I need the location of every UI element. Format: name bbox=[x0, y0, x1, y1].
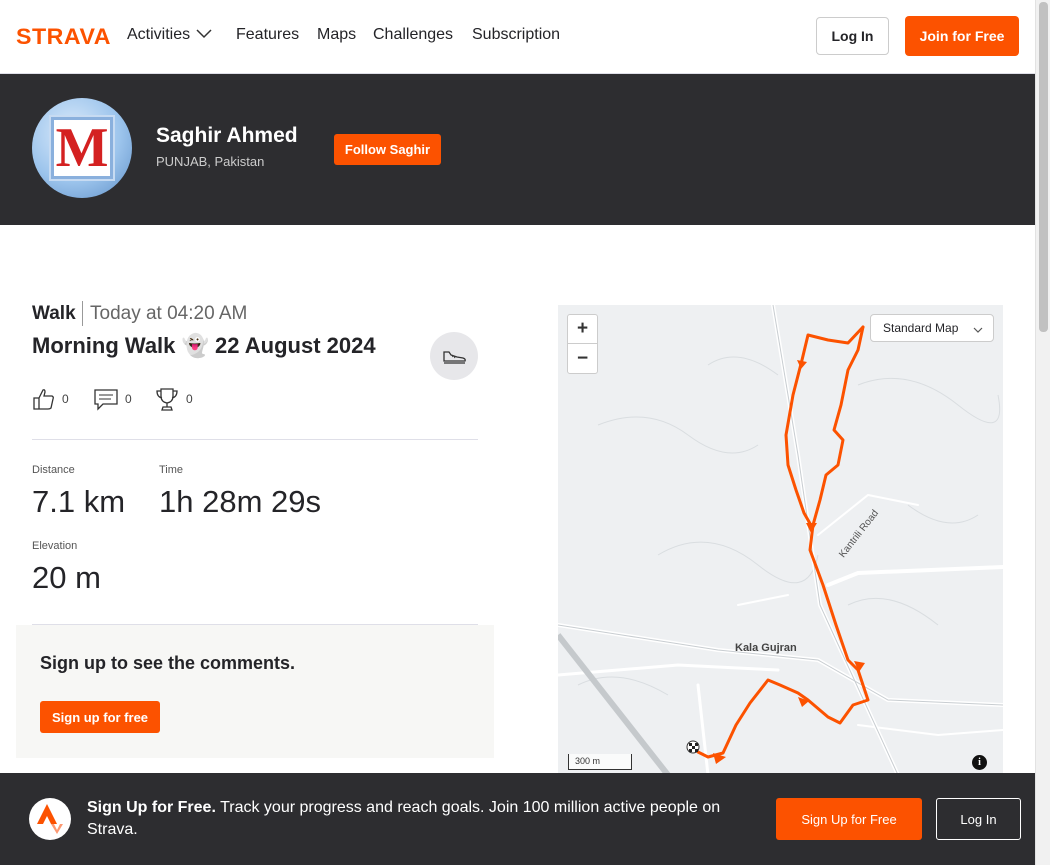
strava-mark-icon bbox=[29, 798, 71, 840]
activity-time: Today at 04:20 AM bbox=[90, 303, 248, 324]
comments-button[interactable]: 0 bbox=[93, 386, 132, 412]
map-place-label: Kala Gujran bbox=[735, 642, 797, 654]
kudos-count: 0 bbox=[62, 392, 69, 406]
chevron-down-icon bbox=[196, 26, 212, 44]
map-style-select[interactable]: Standard Map bbox=[870, 314, 994, 342]
comment-icon bbox=[94, 389, 118, 411]
athlete-location: PUNJAB, Pakistan bbox=[156, 154, 265, 169]
comments-count: 0 bbox=[125, 392, 132, 406]
info-icon[interactable]: i bbox=[972, 755, 987, 770]
map-canvas[interactable]: Kantrili Road Kala Gujran bbox=[558, 305, 1003, 775]
athlete-name[interactable]: Saghir Ahmed bbox=[156, 124, 298, 148]
nav-challenges[interactable]: Challenges bbox=[373, 26, 453, 44]
avatar[interactable]: M bbox=[32, 98, 132, 198]
achievements-button[interactable]: 0 bbox=[154, 386, 193, 412]
map-road-label: Kantrili Road bbox=[837, 508, 881, 560]
nav-activities[interactable]: Activities bbox=[127, 26, 212, 44]
comments-signup-panel: Sign up to see the comments. Sign up for… bbox=[16, 625, 494, 758]
activity-type: Walk bbox=[32, 303, 76, 324]
banner-login-button[interactable]: Log In bbox=[936, 798, 1021, 840]
banner-signup-button[interactable]: Sign Up for Free bbox=[776, 798, 922, 840]
achievements-count: 0 bbox=[186, 392, 193, 406]
nav-activities-label: Activities bbox=[127, 26, 191, 44]
zoom-out-button[interactable]: − bbox=[568, 344, 597, 373]
scrollbar-thumb[interactable] bbox=[1039, 2, 1048, 332]
comments-signup-title: Sign up to see the comments. bbox=[40, 653, 296, 673]
banner-bold-text: Sign Up for Free. bbox=[87, 799, 216, 816]
route-map[interactable]: Kantrili Road Kala Gujran + − Standard M… bbox=[558, 305, 1003, 775]
shoe-icon[interactable] bbox=[430, 332, 478, 380]
banner-text: Sign Up for Free. Track your progress an… bbox=[87, 797, 772, 841]
avatar-letter: M bbox=[55, 117, 109, 179]
nav-subscription[interactable]: Subscription bbox=[472, 26, 560, 44]
strava-logo[interactable]: STRAVA bbox=[16, 24, 111, 48]
signup-free-button[interactable]: Sign up for free bbox=[40, 701, 160, 733]
avatar-image: M bbox=[51, 117, 113, 179]
map-scale: 300 m bbox=[568, 754, 632, 770]
zoom-in-button[interactable]: + bbox=[568, 315, 597, 344]
stat-label-distance: Distance bbox=[32, 464, 75, 476]
strava-logo-text: STRAVA bbox=[16, 24, 111, 48]
zoom-controls: + − bbox=[567, 314, 598, 374]
join-button[interactable]: Join for Free bbox=[905, 16, 1019, 56]
map-style-label: Standard Map bbox=[883, 321, 959, 335]
activity-title: Morning Walk 👻 22 August 2024 bbox=[32, 333, 376, 358]
divider bbox=[32, 439, 478, 440]
nav-features[interactable]: Features bbox=[236, 26, 299, 44]
stat-label-time: Time bbox=[159, 464, 184, 476]
kudos-button[interactable]: 0 bbox=[32, 386, 69, 412]
route-line-return bbox=[784, 325, 865, 529]
stat-value-distance: 7.1 km bbox=[32, 484, 126, 519]
chevron-down-icon bbox=[973, 323, 983, 337]
nav-maps[interactable]: Maps bbox=[317, 26, 356, 44]
stat-label-elevation: Elevation bbox=[32, 540, 78, 552]
login-button[interactable]: Log In bbox=[816, 17, 889, 55]
follow-button[interactable]: Follow Saghir bbox=[334, 134, 441, 165]
top-nav: STRAVA Activities Features Maps Challeng… bbox=[0, 0, 1035, 74]
page: STRAVA Activities Features Maps Challeng… bbox=[0, 0, 1050, 865]
trophy-icon bbox=[156, 388, 178, 411]
thumbs-up-icon bbox=[33, 389, 54, 410]
divider bbox=[82, 301, 83, 326]
stat-value-time: 1h 28m 29s bbox=[159, 484, 321, 519]
athlete-header: M Saghir Ahmed PUNJAB, Pakistan Follow S… bbox=[0, 74, 1035, 225]
stat-value-elevation: 20 m bbox=[32, 560, 101, 595]
signup-banner: Sign Up for Free. Track your progress an… bbox=[0, 773, 1035, 865]
scrollbar[interactable] bbox=[1035, 0, 1050, 865]
route-line bbox=[696, 325, 870, 759]
